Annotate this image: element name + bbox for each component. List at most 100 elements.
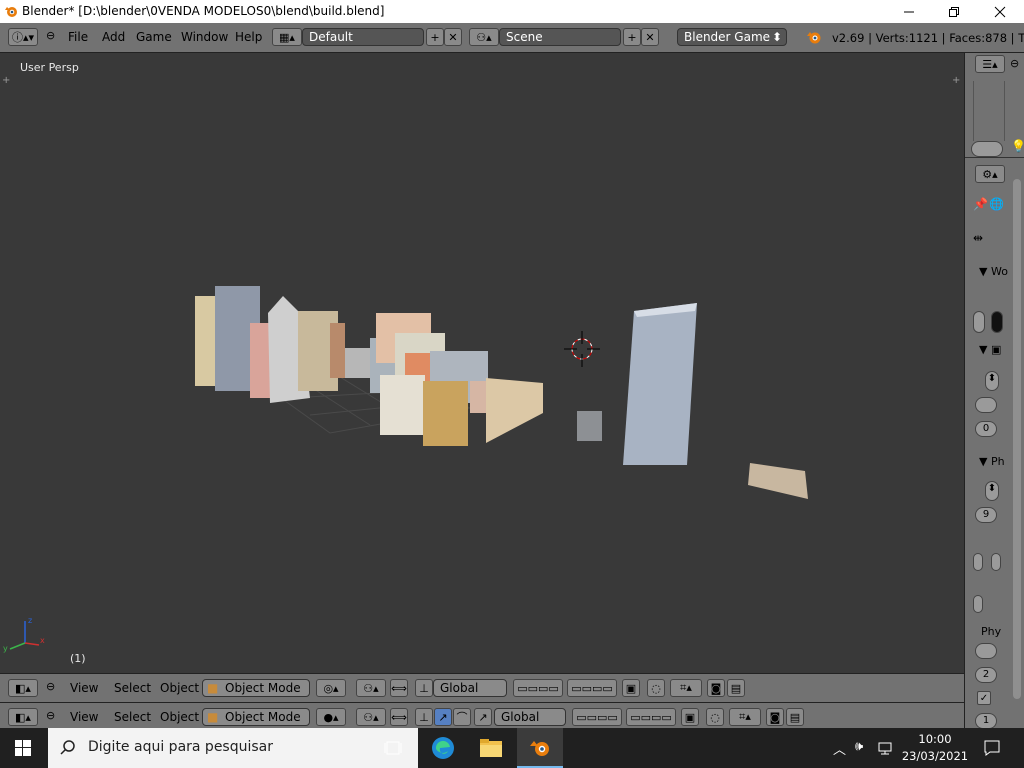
small-cube xyxy=(577,411,602,441)
world-panel-header[interactable]: ▼ Wo xyxy=(979,265,1008,278)
editor-type-button-2[interactable]: ◧▴ xyxy=(8,708,38,726)
maximize-button[interactable] xyxy=(931,0,977,23)
orientation-icon-button[interactable]: ↗ xyxy=(474,708,492,726)
snap-button-2[interactable]: ⌗▴ xyxy=(729,708,761,726)
shading-button-2[interactable]: ●▴ xyxy=(316,708,346,726)
layer-buttons-3[interactable]: ▭▭▭▭ xyxy=(572,708,622,726)
delete-scene-button[interactable]: ✕ xyxy=(641,28,659,46)
collapse-menu-icon[interactable]: ⊖ xyxy=(46,29,55,42)
edge-browser-button[interactable] xyxy=(420,728,466,768)
layer-buttons-1[interactable]: ▭▭▭▭ xyxy=(513,679,563,697)
pivot-point-button-2[interactable]: ⚇▴ xyxy=(356,708,386,726)
light-bulb-icon[interactable]: 💡 xyxy=(1011,139,1024,153)
slider-field[interactable] xyxy=(975,397,997,413)
editor-type-info-button[interactable]: ⓘ▴▾ xyxy=(8,28,38,46)
render-opengl-button[interactable]: ◙ xyxy=(707,679,725,697)
value-field-1[interactable]: 1 xyxy=(975,713,997,729)
outliner-area[interactable] xyxy=(973,81,1005,141)
screen-layout-field[interactable]: Default xyxy=(302,28,424,46)
object-mode-dropdown-2[interactable]: ■ Object Mode xyxy=(202,708,310,726)
world-icon[interactable]: 🌐 xyxy=(989,197,1004,211)
delete-screen-button[interactable]: ✕ xyxy=(444,28,462,46)
render-opengl-button-2[interactable]: ◙ xyxy=(766,708,784,726)
slider-field-2[interactable] xyxy=(975,643,997,659)
snap-button[interactable]: ⌗▴ xyxy=(670,679,702,697)
proportional-edit-button-2[interactable]: ◌ xyxy=(706,708,724,726)
snap-icon: ⌗▴ xyxy=(739,710,751,723)
scene-selector[interactable]: ⚇▴ xyxy=(469,28,499,46)
render-animation-button-2[interactable]: ▤ xyxy=(786,708,804,726)
add-scene-button[interactable]: + xyxy=(623,28,641,46)
render-engine-dropdown[interactable]: Blender Game ⬍ xyxy=(677,28,787,46)
menu-file[interactable]: File xyxy=(68,30,88,44)
snap-icon: ⌗▴ xyxy=(680,681,692,694)
taskbar-search[interactable]: Digite aqui para pesquisar xyxy=(48,728,418,768)
task-view-button[interactable] xyxy=(370,728,416,768)
collapse-menu-icon[interactable]: ⊖ xyxy=(46,680,55,693)
orientation-dropdown-2[interactable]: Global xyxy=(494,708,566,726)
layer-buttons-4[interactable]: ▭▭▭▭ xyxy=(626,708,676,726)
network-icon[interactable] xyxy=(878,741,894,755)
outliner-scroll-toggle[interactable] xyxy=(971,141,1003,157)
volume-icon[interactable]: 🕪 xyxy=(855,739,863,754)
value-field-0[interactable]: 0 xyxy=(975,421,997,437)
panel-toggle[interactable]: ▼ ▣ xyxy=(979,343,1001,356)
menu-help[interactable]: Help xyxy=(235,30,262,44)
manipulator-toggle[interactable]: ⟺ xyxy=(390,679,408,697)
menu-game[interactable]: Game xyxy=(136,30,172,44)
rotate-manipulator-button[interactable]: ↗ xyxy=(434,708,452,726)
small-toggle-2[interactable] xyxy=(991,553,1001,571)
properties-scrollbar[interactable] xyxy=(1013,179,1021,699)
transform-manipulator-button[interactable]: ⊥ xyxy=(415,679,433,697)
add-screen-button[interactable]: + xyxy=(426,28,444,46)
outliner-editor-type[interactable]: ☰▴ xyxy=(975,55,1005,73)
menu-add[interactable]: Add xyxy=(102,30,125,44)
properties-editor-type[interactable]: ⚙▴ xyxy=(975,165,1005,183)
world-color-swatch[interactable] xyxy=(973,311,985,333)
physics-panel-header[interactable]: ▼ Ph xyxy=(979,455,1005,468)
menu-view[interactable]: View xyxy=(70,681,98,695)
scene-field[interactable]: Scene xyxy=(499,28,621,46)
translate-manipulator-button[interactable]: ⊥ xyxy=(415,708,433,726)
small-toggle[interactable] xyxy=(973,553,983,571)
physics-tab-icon[interactable]: ⇹ xyxy=(973,231,983,245)
render-animation-button[interactable]: ▤ xyxy=(727,679,745,697)
viewport-shading-button[interactable]: ◎▴ xyxy=(316,679,346,697)
proportional-edit-button[interactable]: ◌ xyxy=(647,679,665,697)
lock-layers-button-2[interactable]: ▣ xyxy=(681,708,699,726)
small-toggle-3[interactable] xyxy=(973,595,983,613)
menu-select-2[interactable]: Select xyxy=(114,710,151,724)
blender-taskbar-button[interactable] xyxy=(517,728,563,768)
layer-buttons-2[interactable]: ▭▭▭▭ xyxy=(567,679,617,697)
3d-viewport[interactable]: User Persp + + z y x (1) xyxy=(0,53,964,673)
close-button[interactable] xyxy=(977,0,1023,23)
menu-object-2[interactable]: Object xyxy=(160,710,199,724)
lock-layers-button[interactable]: ▣ xyxy=(622,679,640,697)
file-explorer-button[interactable] xyxy=(468,728,514,768)
object-mode-dropdown[interactable]: ■ Object Mode xyxy=(202,679,310,697)
manipulator-toggle-2[interactable]: ⟺ xyxy=(390,708,408,726)
menu-select[interactable]: Select xyxy=(114,681,151,695)
collapse-menu-icon[interactable]: ⊖ xyxy=(46,709,55,722)
stepper[interactable]: ⬍ xyxy=(985,371,999,391)
pin-icon[interactable]: 📌 xyxy=(973,197,988,211)
value-field-9[interactable]: 9 xyxy=(975,507,997,523)
screen-layout-selector[interactable]: ▦▴ xyxy=(272,28,302,46)
editor-type-button[interactable]: ◧▴ xyxy=(8,679,38,697)
chevron-up-icon[interactable]: ︿ xyxy=(833,739,846,758)
menu-window[interactable]: Window xyxy=(181,30,228,44)
notifications-icon[interactable] xyxy=(984,740,1000,756)
stepper-2[interactable]: ⬍ xyxy=(985,481,999,501)
minimize-button[interactable] xyxy=(886,0,932,23)
checkbox[interactable]: ✓ xyxy=(977,691,991,705)
scale-manipulator-button[interactable]: ⌒ xyxy=(453,708,471,726)
pivot-point-button[interactable]: ⚇▴ xyxy=(356,679,386,697)
value-field-2[interactable]: 2 xyxy=(975,667,997,683)
menu-view-2[interactable]: View xyxy=(70,710,98,724)
start-button[interactable] xyxy=(0,728,46,768)
system-clock[interactable]: 10:00 23/03/2021 xyxy=(900,731,970,765)
world-color-swatch-dark[interactable] xyxy=(991,311,1003,333)
menu-object[interactable]: Object xyxy=(160,681,199,695)
collapse-menu-icon[interactable]: ⊖ xyxy=(1010,57,1019,70)
orientation-dropdown[interactable]: Global xyxy=(433,679,507,697)
